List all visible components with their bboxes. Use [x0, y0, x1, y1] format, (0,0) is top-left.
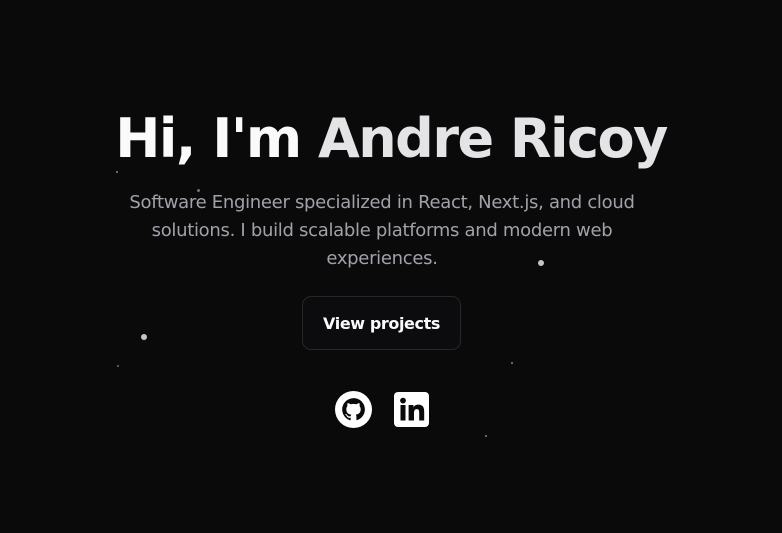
hero-subtitle: Software Engineer specialized in React, … [129, 192, 635, 269]
github-link[interactable] [335, 391, 372, 428]
hero-section: Hi, I'm Andre Ricoy Software Engineer sp… [0, 0, 782, 533]
github-icon [335, 391, 372, 428]
linkedin-link[interactable] [393, 391, 430, 428]
hero-title: Hi, I'm Andre Ricoy [0, 104, 782, 174]
view-projects-button[interactable]: View projects [302, 296, 461, 350]
hero-greeting: Hi, I'm [115, 107, 318, 170]
social-links [335, 391, 430, 428]
linkedin-icon [394, 392, 429, 427]
hero-name: Andre Ricoy [317, 107, 668, 170]
